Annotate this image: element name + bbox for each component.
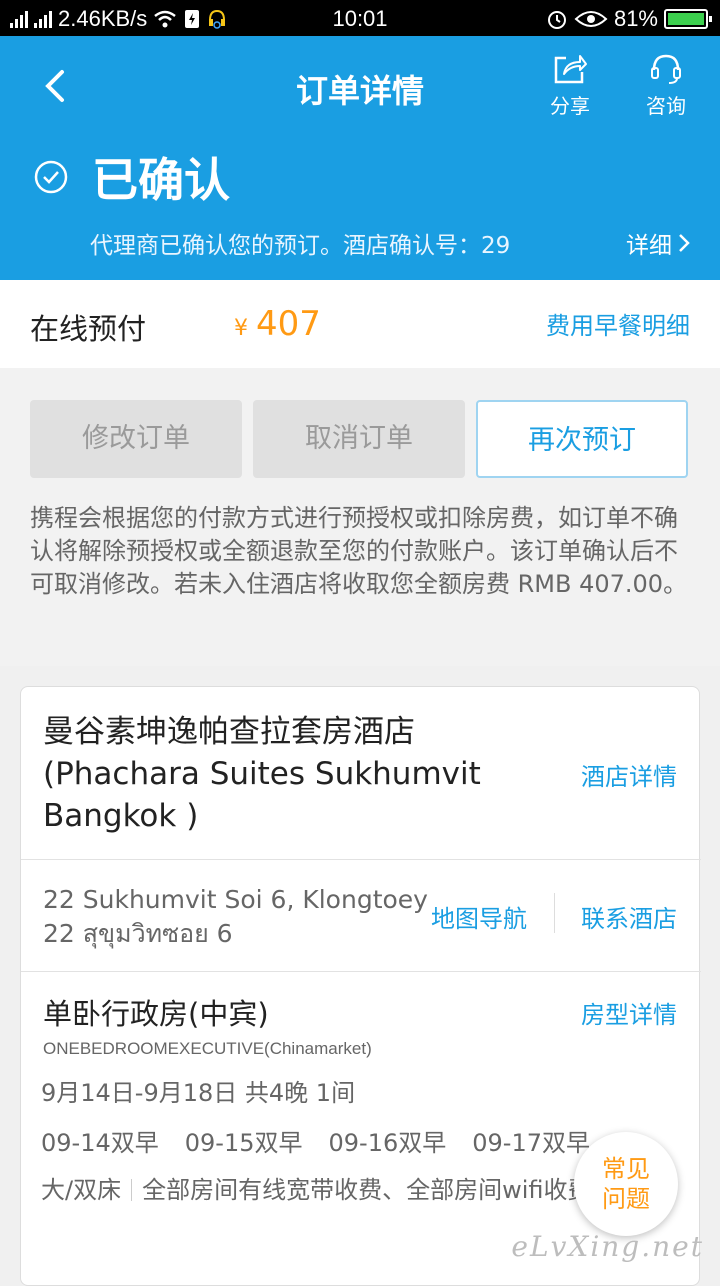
room-name-en: ONEBEDROOMEXECUTIVE(Chinamarket) <box>43 1039 372 1058</box>
divider <box>131 1179 133 1201</box>
watermark: eLvXing.net <box>511 1230 704 1263</box>
headset-icon <box>651 54 681 84</box>
rebook-button[interactable]: 再次预订 <box>476 400 688 478</box>
confirmation-text: 代理商已确认您的预订。酒店确认号：29 <box>90 233 511 259</box>
fee-breakfast-link[interactable]: 费用早餐明细 <box>546 306 690 341</box>
meal-item: 09-14双早 <box>41 1129 159 1157</box>
room-facilities: 大/双床 全部房间有线宽带收费、全部房间wifi收费 <box>41 1173 601 1207</box>
faq-button[interactable]: 常见 问题 <box>574 1132 678 1236</box>
payment-notice: 携程会根据您的付款方式进行预授权或扣除房费，如订单不确认将解除预授权或全额退款至… <box>30 504 688 598</box>
faq-label-line2: 问题 <box>602 1185 650 1213</box>
order-status: 已确认 <box>34 144 230 210</box>
detail-link[interactable]: 详细 <box>626 226 690 260</box>
battery-icon <box>664 9 712 29</box>
room-name: 单卧行政房(中宾) <box>43 997 269 1031</box>
cancel-order-button[interactable]: 取消订单 <box>253 400 465 478</box>
battery-percent: 81% <box>613 6 658 31</box>
share-icon <box>554 55 587 84</box>
address-line-thai: 22 สุขุมวิทซอย 6 <box>43 919 233 948</box>
payment-bar: 在线预付 ¥ 407 费用早餐明细 <box>0 280 720 368</box>
broadband-info: 全部房间有线宽带收费、全部房间wifi收费 <box>142 1176 592 1204</box>
share-label: 分享 <box>550 94 590 118</box>
bed-type: 大/双床 <box>41 1176 122 1204</box>
consult-button[interactable]: 咨询 <box>636 52 696 119</box>
stay-dates: 9月14日-9月18日 共4晚 1间 <box>41 1079 356 1107</box>
consult-label: 咨询 <box>646 94 686 118</box>
currency-symbol: ¥ <box>234 316 248 341</box>
address-line: 22 Sukhumvit Soi 6, Klongtoey <box>43 885 428 914</box>
page-title: 订单详情 <box>295 72 424 110</box>
divider <box>21 971 701 972</box>
room-detail-link[interactable]: 房型详情 <box>581 995 677 1030</box>
hotel-address: 22 Sukhumvit Soi 6, Klongtoey 22 สุขุมวิ… <box>43 883 433 951</box>
payment-label: 在线预付 <box>30 312 147 346</box>
status-right: 81% <box>546 6 712 32</box>
chevron-right-icon <box>679 234 690 252</box>
order-header: 订单详情 分享 咨询 已确认 代理商已确认您的预订。酒店确认号：29 详细 <box>0 36 720 280</box>
status-text: 已确认 <box>92 153 230 207</box>
map-navigation-link[interactable]: 地图导航 <box>431 899 527 934</box>
divider <box>554 893 555 933</box>
share-button[interactable]: 分享 <box>540 52 600 119</box>
detail-link-label: 详细 <box>626 233 672 259</box>
hotel-detail-link[interactable]: 酒店详情 <box>581 757 677 792</box>
meal-list: 09-14双早 09-15双早 09-16双早 09-17双早 <box>41 1123 590 1158</box>
eye-icon <box>574 11 608 27</box>
hotel-name: 曼谷素坤逸帕查拉套房酒店 (Phachara Suites Sukhumvit … <box>43 714 481 834</box>
order-actions: 修改订单 取消订单 再次预订 携程会根据您的付款方式进行预授权或扣除房费，如订单… <box>0 368 720 666</box>
modify-order-button[interactable]: 修改订单 <box>30 400 242 478</box>
payment-amount: 407 <box>256 304 321 344</box>
check-circle-icon <box>34 160 68 194</box>
status-bar: 2.46KB/s 10:01 81% <box>0 0 720 36</box>
alarm-icon <box>547 11 566 29</box>
contact-hotel-link[interactable]: 联系酒店 <box>581 899 677 934</box>
meal-item: 09-16双早 <box>328 1129 447 1157</box>
meal-item: 09-17双早 <box>472 1129 590 1157</box>
faq-label-line1: 常见 <box>602 1155 650 1183</box>
divider <box>21 859 701 860</box>
meal-item: 09-15双早 <box>184 1129 303 1157</box>
